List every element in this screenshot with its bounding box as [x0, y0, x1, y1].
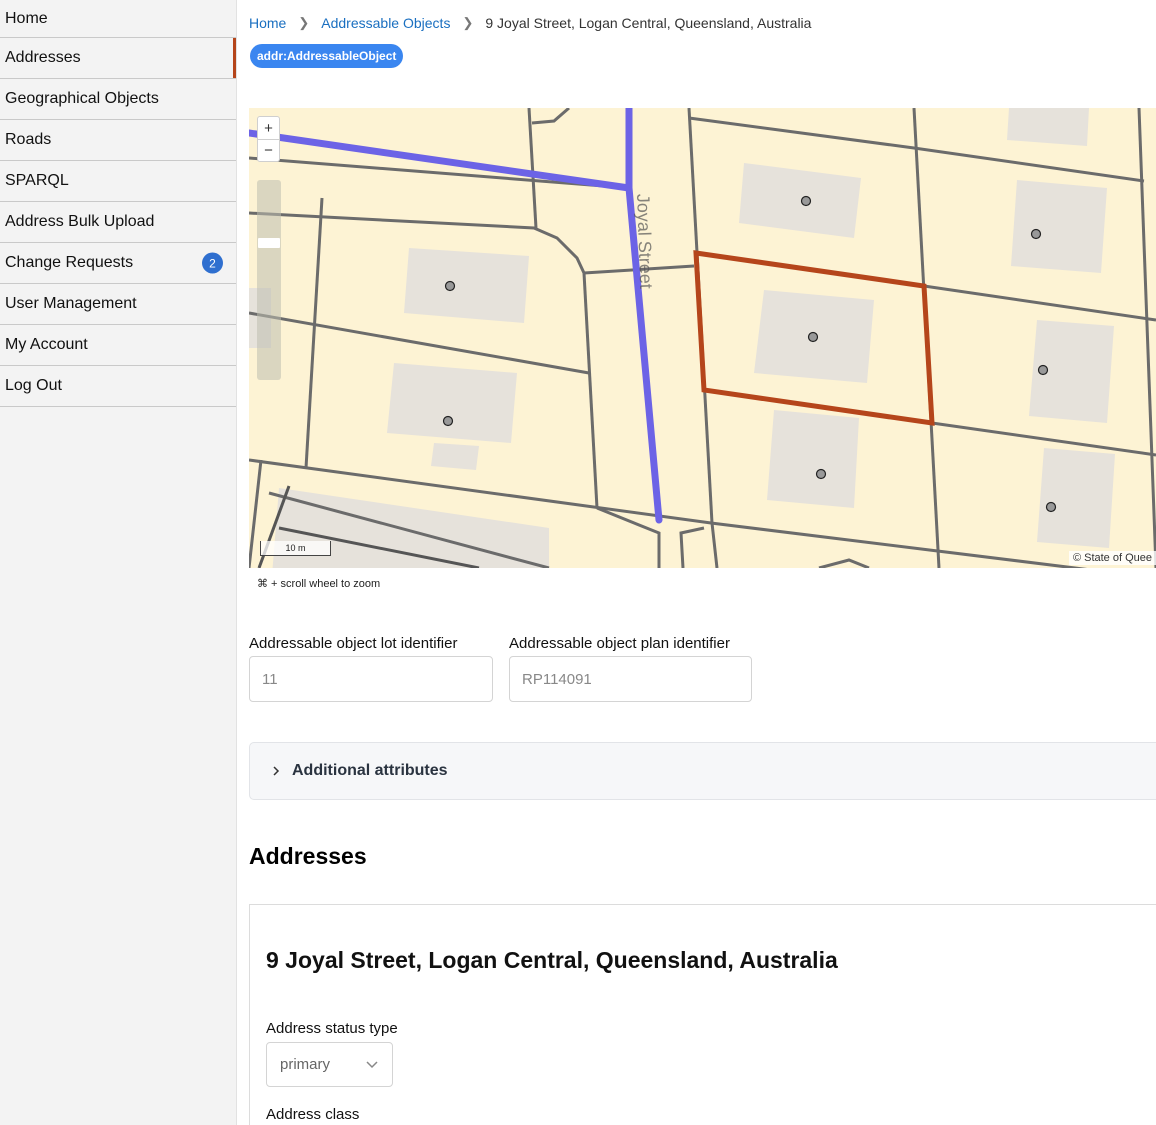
chevron-right-icon: ❯ — [462, 15, 474, 30]
address-status-value: primary — [280, 1056, 331, 1073]
zoom-in-button[interactable]: + — [258, 117, 279, 139]
sidebar-item-label: Addresses — [5, 49, 81, 66]
street-name-label: Joyal Street — [633, 193, 656, 289]
address-class-label: Address class — [266, 1106, 360, 1123]
accordion-title: Additional attributes — [292, 762, 448, 779]
breadcrumb-addressable-objects-link[interactable]: Addressable Objects — [321, 15, 450, 31]
sidebar-item-address-bulk-upload[interactable]: Address Bulk Upload — [0, 202, 236, 243]
sidebar-item-log-out[interactable]: Log Out — [0, 366, 236, 407]
address-status-select[interactable]: primary — [266, 1042, 393, 1087]
zoom-out-button[interactable]: − — [258, 139, 279, 161]
sidebar-item-label: Address Bulk Upload — [5, 213, 155, 230]
plan-identifier-label: Addressable object plan identifier — [509, 635, 730, 652]
breadcrumb-current: 9 Joyal Street, Logan Central, Queenslan… — [485, 15, 812, 31]
address-card-title: 9 Joyal Street, Logan Central, Queenslan… — [266, 947, 838, 973]
sidebar-nav: Home Addresses Geographical Objects Road… — [0, 0, 237, 1125]
map-view[interactable]: Joyal Street + − 10 m © State of Quee — [249, 108, 1156, 568]
map-canvas[interactable]: Joyal Street — [249, 108, 1156, 568]
chevron-down-icon — [366, 1060, 378, 1068]
address-points — [442, 195, 1057, 513]
additional-attributes-accordion[interactable]: Additional attributes — [249, 742, 1156, 800]
sidebar-item-user-management[interactable]: User Management — [0, 284, 236, 325]
lot-identifier-input[interactable] — [249, 656, 493, 702]
change-requests-count-badge: 2 — [202, 252, 223, 274]
sidebar-item-label: Log Out — [5, 377, 62, 394]
sidebar-item-label: Roads — [5, 131, 52, 148]
zoom-slider-handle[interactable] — [258, 238, 280, 248]
zoom-control: + − — [257, 116, 280, 162]
sidebar-item-label: SPARQL — [5, 172, 69, 189]
chevron-right-icon: ❯ — [298, 15, 310, 30]
sidebar-item-label: My Account — [5, 336, 88, 353]
object-type-badge: addr:AddressableObject — [250, 44, 404, 68]
sidebar-item-label: Home — [5, 9, 48, 27]
map-scale-bar: 10 m — [260, 541, 331, 556]
breadcrumb: Home ❯ Addressable Objects ❯ 9 Joyal Str… — [249, 13, 811, 33]
address-status-label: Address status type — [266, 1020, 398, 1037]
zoom-slider[interactable] — [257, 180, 281, 380]
addresses-section-title: Addresses — [249, 843, 367, 869]
chevron-right-icon — [273, 766, 280, 776]
plan-identifier-input[interactable] — [509, 656, 752, 702]
sidebar-item-sparql[interactable]: SPARQL — [0, 161, 236, 202]
sidebar-item-label: User Management — [5, 295, 137, 312]
sidebar-item-label: Change Requests — [5, 254, 134, 271]
map-attribution: © State of Quee — [1068, 551, 1156, 565]
address-card: 9 Joyal Street, Logan Central, Queenslan… — [249, 904, 1156, 1125]
sidebar-item-label: Geographical Objects — [5, 90, 159, 107]
sidebar-item-home[interactable]: Home — [0, 0, 236, 38]
sidebar-item-geographical-objects[interactable]: Geographical Objects — [0, 79, 236, 120]
app-root: Home Addresses Geographical Objects Road… — [0, 0, 1156, 1125]
map-zoom-hint: ⌘ + scroll wheel to zoom — [257, 578, 381, 590]
sidebar-item-change-requests[interactable]: Change Requests 2 — [0, 243, 236, 284]
breadcrumb-home-link[interactable]: Home — [249, 15, 286, 31]
sidebar-item-addresses[interactable]: Addresses — [0, 38, 236, 79]
sidebar-item-roads[interactable]: Roads — [0, 120, 236, 161]
sidebar-item-my-account[interactable]: My Account — [0, 325, 236, 366]
lot-identifier-label: Addressable object lot identifier — [249, 635, 458, 652]
building-footprints — [249, 108, 1115, 568]
